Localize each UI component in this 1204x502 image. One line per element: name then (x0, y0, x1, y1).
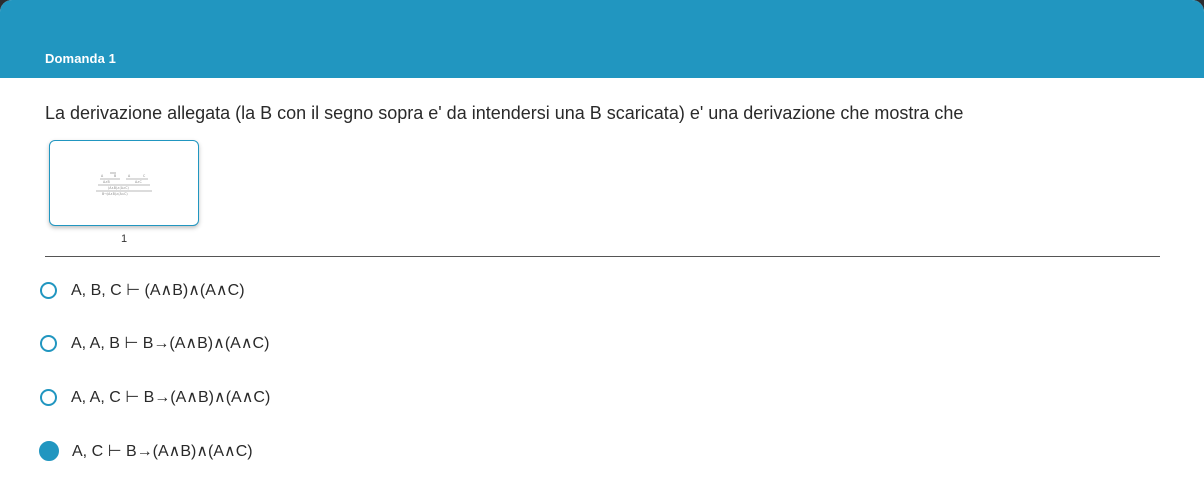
attachment-thumbnail[interactable]: A B A C A∧B A∧C (A∧B)∧(A∧C) B→(A∧B)∧(A∧C… (49, 140, 199, 245)
question-text: La derivazione allegata (la B con il seg… (45, 103, 964, 123)
derivation-image[interactable]: A B A C A∧B A∧C (A∧B)∧(A∧C) B→(A∧B)∧(A∧C… (49, 140, 199, 226)
answer-option-label: A, A, B ⊢ B→(A∧B)∧(A∧C) (71, 335, 270, 352)
svg-text:A∧C: A∧C (135, 180, 143, 184)
answer-option-1[interactable]: A, B, C ⊢ (A∧B)∧(A∧C) (40, 279, 245, 301)
radio-button-4-selected[interactable] (39, 441, 59, 461)
answer-option-label: A, B, C ⊢ (A∧B)∧(A∧C) (71, 282, 245, 299)
question-header: Domanda 1 (0, 0, 1204, 78)
svg-text:A∧B: A∧B (103, 180, 110, 184)
radio-button-3[interactable] (40, 388, 57, 406)
svg-text:B→(A∧B)∧(A∧C): B→(A∧B)∧(A∧C) (102, 192, 128, 196)
answer-option-2[interactable]: A, A, B ⊢ B→(A∧B)∧(A∧C) (40, 332, 269, 354)
answer-option-4[interactable]: A, C ⊢ B→(A∧B)∧(A∧C) (39, 440, 253, 462)
attachment-label: 1 (120, 233, 128, 245)
question-card: Domanda 1 La derivazione allegata (la B … (0, 0, 1204, 502)
answer-option-label: A, A, C ⊢ B→(A∧B)∧(A∧C) (71, 389, 271, 406)
question-number: Domanda 1 (45, 51, 116, 66)
svg-text:C: C (143, 174, 146, 178)
radio-button-1[interactable] (40, 281, 57, 299)
answer-option-3[interactable]: A, A, C ⊢ B→(A∧B)∧(A∧C) (40, 386, 270, 408)
derivation-image-drawing: A B A C A∧B A∧C (A∧B)∧(A∧C) B→(A∧B)∧(A∧C… (96, 172, 152, 196)
svg-text:(A∧B)∧(A∧C): (A∧B)∧(A∧C) (108, 186, 129, 190)
answer-option-label: A, C ⊢ B→(A∧B)∧(A∧C) (72, 443, 253, 460)
divider (45, 256, 1160, 257)
svg-text:A: A (101, 174, 104, 178)
svg-text:A: A (128, 174, 131, 178)
radio-button-2[interactable] (40, 334, 57, 352)
svg-text:B: B (114, 174, 116, 178)
